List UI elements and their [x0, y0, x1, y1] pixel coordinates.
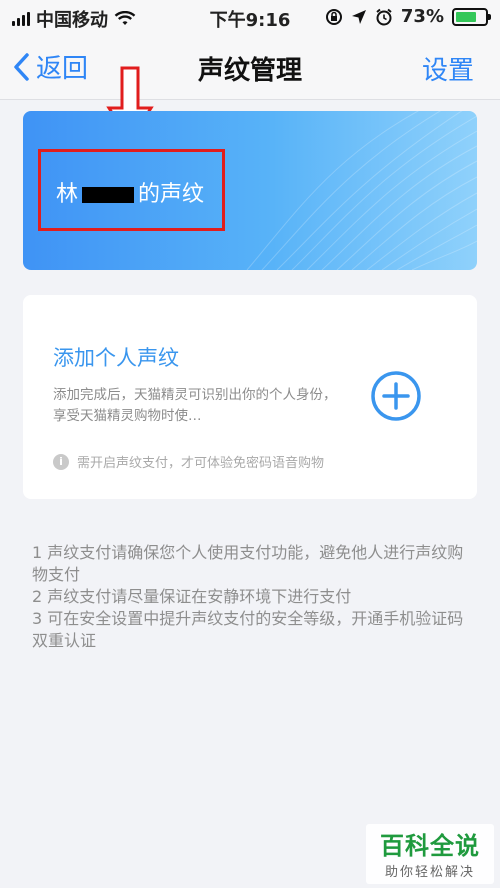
add-voiceprint-title: 添加个人声纹	[53, 346, 179, 370]
watermark-main: 百科全说	[380, 832, 480, 860]
watermark-logo: 百科全说 助你轻松解决	[366, 824, 494, 884]
wave-pattern	[246, 111, 477, 270]
settings-button[interactable]: 设置	[422, 50, 474, 87]
add-plus-icon[interactable]	[370, 370, 422, 422]
status-bar: 中国移动 下午9:16 73%	[0, 0, 500, 36]
battery-icon	[452, 7, 491, 26]
note-item: 3 可在安全设置中提升声纹支付的安全等级，开通手机验证码双重认证	[32, 609, 464, 650]
battery-fill	[456, 11, 477, 22]
battery-percent: 73%	[400, 6, 444, 27]
alarm-icon	[376, 8, 392, 25]
note-item: 1 声纹支付请确保您个人使用支付功能，避免他人进行声纹购物支付	[32, 543, 464, 584]
info-icon: i	[53, 453, 69, 470]
payment-hint-text: 需开启声纹支付，才可体验免密码语音购物	[77, 456, 325, 471]
location-icon	[351, 9, 366, 24]
annotation-highlight-box	[38, 149, 225, 231]
payment-hint: i 需开启声纹支付，才可体验免密码语音购物	[53, 452, 324, 471]
add-voiceprint-card[interactable]: 添加个人声纹 添加完成后，天猫精灵可识别出你的个人身份，享受天猫精灵购物时使… …	[23, 295, 477, 499]
note-item: 2 声纹支付请尽量保证在安静环境下进行支付	[32, 587, 352, 606]
add-voiceprint-description: 添加完成后，天猫精灵可识别出你的个人身份，享受天猫精灵购物时使…	[53, 387, 337, 424]
status-right: 73%	[325, 6, 491, 27]
notes-list: 1 声纹支付请确保您个人使用支付功能，避免他人进行声纹购物支付 2 声纹支付请尽…	[32, 542, 472, 652]
nav-bar: 返回 声纹管理 设置	[0, 36, 500, 100]
rotation-lock-icon	[325, 8, 342, 25]
watermark-sub: 助你轻松解决	[384, 865, 475, 880]
